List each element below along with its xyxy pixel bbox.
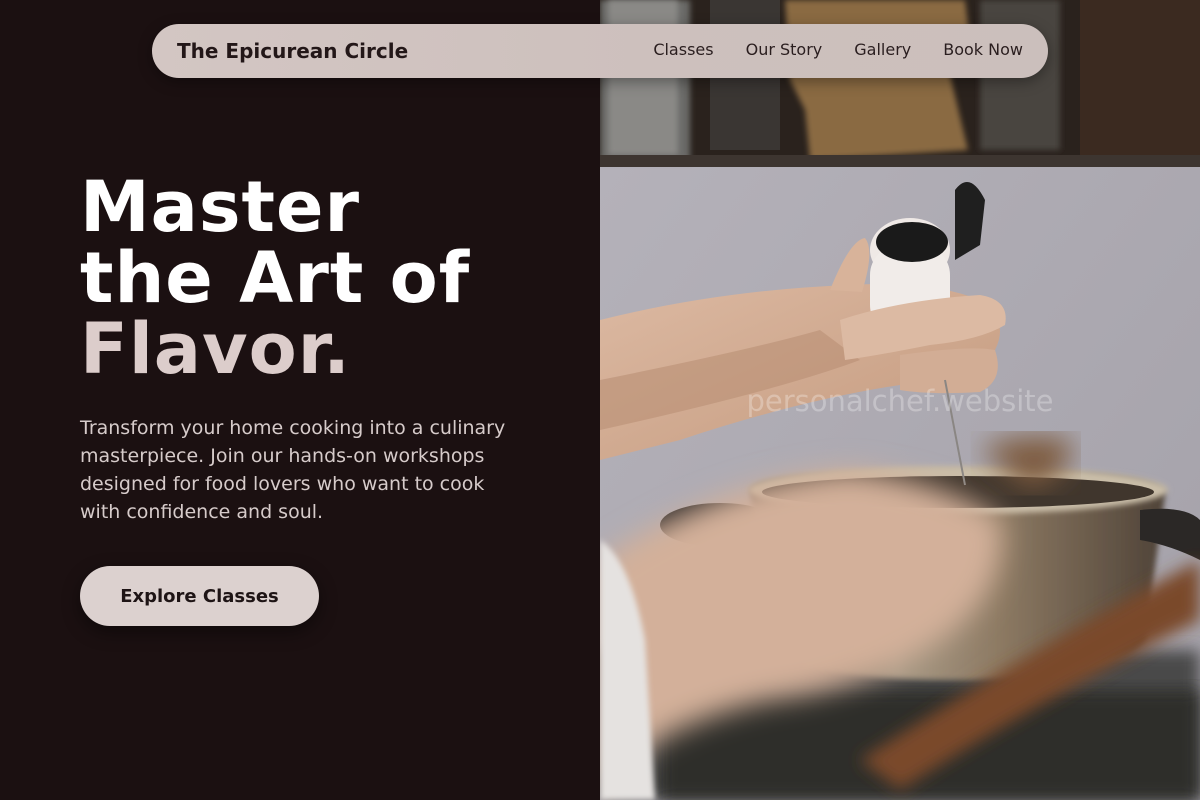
nav-links: Classes Our Story Gallery Book Now xyxy=(653,40,1023,59)
watermark-text: personalchef.website xyxy=(746,384,1054,418)
headline-line-2: the Art of xyxy=(80,237,471,319)
brand-logo[interactable]: The Epicurean Circle xyxy=(177,39,408,63)
nav-link-book-now[interactable]: Book Now xyxy=(943,40,1023,59)
hero-description: Transform your home cooking into a culin… xyxy=(80,417,506,523)
headline-accent: Flavor. xyxy=(80,308,351,390)
nav-link-our-story[interactable]: Our Story xyxy=(746,40,823,59)
headline-line-1: Master xyxy=(80,166,361,248)
top-navigation: The Epicurean Circle Classes Our Story G… xyxy=(152,24,1048,78)
explore-classes-button[interactable]: Explore Classes xyxy=(80,566,319,626)
nav-link-classes[interactable]: Classes xyxy=(653,40,713,59)
hero-panel: Master the Art of Flavor. Transform your… xyxy=(0,0,600,800)
hero-headline: Master the Art of Flavor. xyxy=(80,172,470,385)
nav-link-gallery[interactable]: Gallery xyxy=(854,40,911,59)
